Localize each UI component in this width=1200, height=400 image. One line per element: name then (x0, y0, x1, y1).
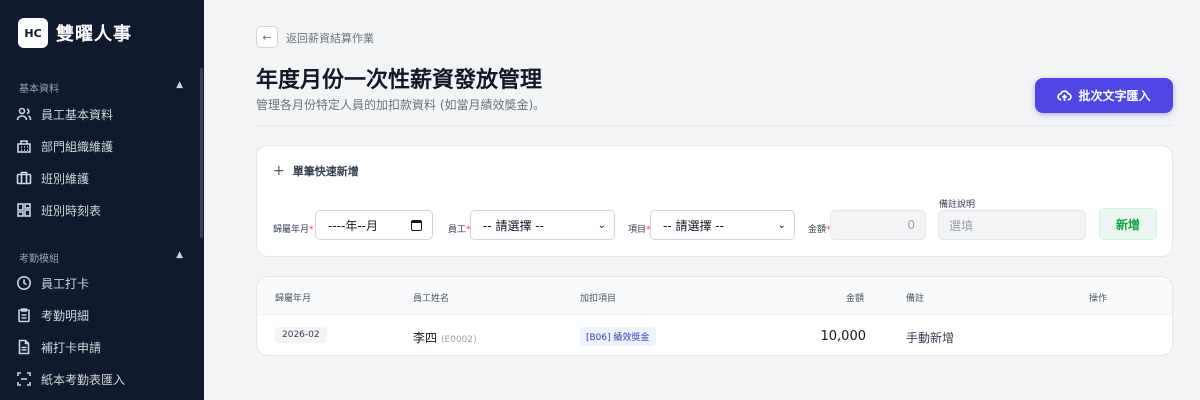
sidebar-item-punch-request[interactable]: 補打卡申請 (16, 331, 196, 363)
month-value: ----年--月 (328, 218, 378, 233)
quick-add-header: + 單筆快速新增 (273, 163, 359, 179)
chevron-down-icon: ⌄ (597, 219, 606, 231)
batch-import-label: 批次文字匯入 (1078, 89, 1151, 103)
scan-icon (17, 372, 31, 386)
collapse-caret-icon[interactable]: ▲ (176, 80, 183, 95)
sidebar-item-label: 紙本考勤表匯入 (41, 372, 126, 387)
sidebar-item-shift-schedule[interactable]: 班別時刻表 (16, 194, 196, 226)
month-input[interactable]: ----年--月 (315, 210, 433, 240)
building-icon (17, 140, 31, 153)
item-select[interactable]: -- 請選擇 -- ⌄ (650, 210, 795, 240)
sidebar-item-label: 員工基本資料 (41, 107, 114, 122)
sidebar-item-label: 補打卡申請 (41, 340, 102, 355)
section-header-basic[interactable]: 基本資料 ▲ (19, 80, 183, 95)
sidebar-item-label: 部門組織維護 (41, 139, 114, 154)
batch-import-button[interactable]: 批次文字匯入 (1035, 78, 1173, 113)
records-table: 歸屬年月 員工姓名 加扣項目 金額 備註 操作 2026-02 李四 (E0002… (256, 276, 1173, 356)
note-input[interactable]: 選填 (938, 210, 1086, 240)
logo: HC (18, 18, 48, 48)
clipboard-icon (18, 308, 30, 323)
main-content: ← 返回薪資結算作業 年度月份一次性薪資發放管理 管理各月份特定人員的加扣款資料… (204, 0, 1200, 400)
arrow-left-icon: ← (262, 30, 272, 44)
sidebar-item-label: 考勤明細 (41, 308, 90, 323)
amount-placeholder: 0 (907, 218, 915, 232)
sidebar-item-label: 班別維護 (41, 171, 90, 186)
back-button[interactable]: ← (256, 26, 278, 48)
users-icon (16, 107, 32, 121)
add-button[interactable]: 新增 (1099, 208, 1157, 240)
amount-label: 金額* (808, 225, 831, 235)
note-cell: 手動新增 (906, 331, 955, 345)
clock-icon (17, 276, 31, 290)
employee-cell: 李四 (E0002) (413, 329, 477, 346)
quick-add-card: + 單筆快速新增 歸屬年月* ----年--月 員工* -- 請選擇 -- ⌄ … (256, 145, 1173, 257)
employee-select-value: -- 請選擇 -- (483, 218, 544, 233)
column-header-month: 歸屬年月 (275, 294, 312, 304)
nav-group-attendance: 員工打卡 考勤明細 補打卡申請 紙本考勤表匯入 (16, 267, 196, 395)
note-label: 備註說明 (939, 200, 976, 210)
column-header-action: 操作 (1089, 294, 1108, 304)
item-label: 項目* (628, 225, 651, 235)
quick-add-title: 單筆快速新增 (292, 165, 359, 178)
note-placeholder: 選填 (949, 218, 974, 233)
cloud-upload-icon (1057, 90, 1073, 102)
column-header-name: 員工姓名 (413, 294, 450, 304)
section-title: 基本資料 (19, 84, 59, 95)
sidebar-item-shifts[interactable]: 班別維護 (16, 162, 196, 194)
section-header-attendance[interactable]: 考勤模組 ▲ (19, 250, 183, 265)
month-badge: 2026-02 (275, 327, 327, 343)
employee-select[interactable]: -- 請選擇 -- ⌄ (470, 210, 615, 240)
item-badge: [B06] 績效獎金 (580, 327, 656, 346)
sidebar-item-attendance-detail[interactable]: 考勤明細 (16, 299, 196, 331)
plus-icon: + (273, 163, 285, 179)
sidebar-item-label: 班別時刻表 (41, 203, 102, 218)
amount-cell: 10,000 (820, 329, 867, 344)
column-header-item: 加扣項目 (580, 294, 617, 304)
header-divider (256, 125, 1172, 126)
month-label: 歸屬年月* (273, 225, 314, 235)
sidebar-item-departments[interactable]: 部門組織維護 (16, 130, 196, 162)
sidebar-item-label: 員工打卡 (41, 276, 90, 291)
brand-name: 雙曜人事 (56, 24, 132, 45)
briefcase-icon (16, 171, 32, 185)
page-subtitle: 管理各月份特定人員的加扣款資料 (如當月績效獎金)。 (256, 98, 546, 112)
amount-input[interactable]: 0 (830, 210, 926, 240)
column-header-note: 備註 (906, 294, 925, 304)
nav-group-basic: 員工基本資料 部門組織維護 班別維護 班別時刻表 (16, 98, 196, 226)
calendar-icon[interactable] (411, 219, 422, 231)
document-icon (18, 339, 30, 355)
sidebar-item-punch[interactable]: 員工打卡 (16, 267, 196, 299)
sidebar-item-paper-import[interactable]: 紙本考勤表匯入 (16, 363, 196, 395)
section-title: 考勤模組 (19, 254, 59, 265)
employee-id: (E0002) (441, 335, 477, 345)
table-header: 歸屬年月 員工姓名 加扣項目 金額 備註 操作 (257, 277, 1172, 315)
page-title: 年度月份一次性薪資發放管理 (256, 68, 543, 93)
employee-name: 李四 (413, 331, 438, 345)
collapse-caret-icon[interactable]: ▲ (176, 250, 183, 265)
sidebar: HC 雙曜人事 基本資料 ▲ 員工基本資料 部門組織維護 班別維護 班別時刻表 … (0, 0, 204, 400)
sidebar-item-employees[interactable]: 員工基本資料 (16, 98, 196, 130)
sidebar-scrollbar[interactable] (200, 68, 203, 238)
brand[interactable]: HC 雙曜人事 (18, 18, 132, 48)
grid-icon (17, 203, 31, 217)
column-header-amount: 金額 (846, 294, 865, 304)
back-link[interactable]: 返回薪資結算作業 (286, 30, 374, 46)
chevron-down-icon: ⌄ (777, 219, 786, 231)
item-select-value: -- 請選擇 -- (663, 218, 724, 233)
employee-label: 員工* (448, 225, 471, 235)
